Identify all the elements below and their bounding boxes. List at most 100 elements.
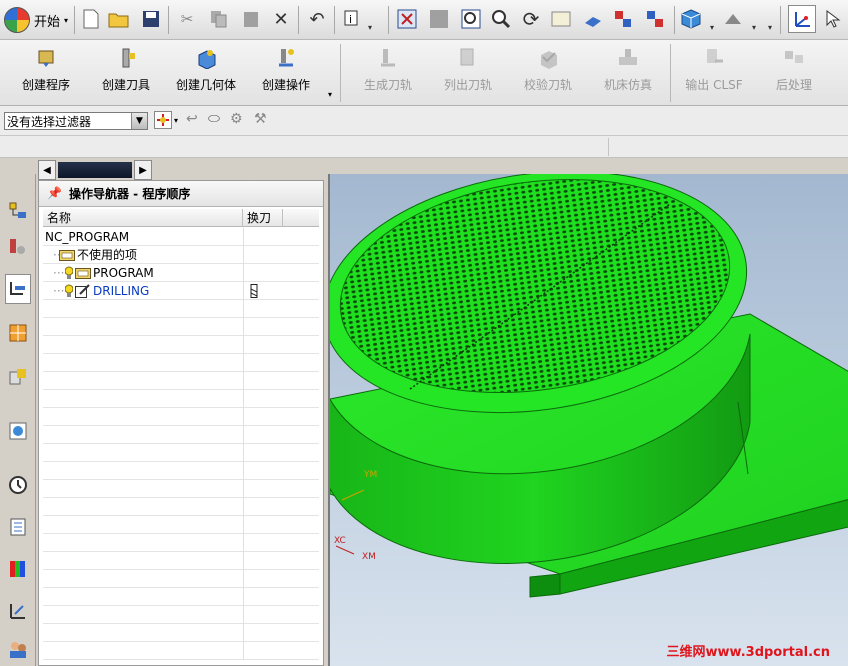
cut-icon[interactable]: ✂ xyxy=(176,8,198,30)
operation-navigator-icon[interactable] xyxy=(5,274,31,304)
empty-row xyxy=(43,462,319,480)
geometry-view-icon[interactable] xyxy=(5,318,31,348)
chevron-down-icon[interactable]: ▾ xyxy=(364,16,376,38)
empty-row xyxy=(43,588,319,606)
toolbar-separator xyxy=(74,6,75,34)
column-divider xyxy=(243,300,244,318)
history-icon[interactable] xyxy=(5,470,31,500)
selection-icon[interactable] xyxy=(822,8,844,30)
chevron-down-icon[interactable]: ▾ xyxy=(706,16,718,38)
zoom-icon[interactable] xyxy=(490,8,512,30)
empty-row xyxy=(43,300,319,318)
watermark-text: 三维网www.3dportal.cn xyxy=(666,645,830,660)
scroll-thumb[interactable] xyxy=(58,162,132,178)
view-cube-icon[interactable] xyxy=(680,8,702,30)
roles-icon[interactable] xyxy=(5,596,31,626)
output-clsf-button[interactable]: 输出 CLSF xyxy=(674,42,754,102)
column-divider xyxy=(243,624,244,642)
tree-row-name: 不使用的项 xyxy=(77,248,138,262)
chevron-down-icon[interactable]: ▾ xyxy=(764,16,776,38)
toolbar-separator xyxy=(298,6,299,34)
rotate-icon[interactable]: ⟳ xyxy=(520,7,542,31)
chevron-down-icon[interactable]: ▼ xyxy=(131,113,147,129)
render-icon[interactable] xyxy=(582,8,604,30)
open-icon[interactable] xyxy=(108,8,130,30)
empty-row xyxy=(43,336,319,354)
eraser-icon[interactable]: ⬭ xyxy=(208,111,220,127)
display-icon[interactable] xyxy=(612,8,634,30)
empty-row xyxy=(43,372,319,390)
column-divider xyxy=(243,390,244,408)
column-divider xyxy=(243,336,244,354)
create-operation-label: 创建操作 xyxy=(261,78,310,92)
chevron-down-icon: ▾ xyxy=(64,15,69,25)
pin-icon[interactable]: 📌 xyxy=(47,186,62,200)
create-tool-button[interactable]: 创建刀具 xyxy=(86,42,166,102)
paste-icon[interactable] xyxy=(240,8,262,30)
undo-selection-icon[interactable]: ↩ xyxy=(186,111,198,127)
create-operation-button[interactable]: 创建操作 xyxy=(246,42,326,102)
axis-label-xm: XM xyxy=(362,552,376,562)
tree-row[interactable]: ··· 不使用的项 xyxy=(43,246,319,264)
part-model-drawing xyxy=(330,174,848,598)
orient-icon[interactable] xyxy=(722,8,744,30)
color-palette-icon[interactable] xyxy=(5,554,31,584)
graphics-viewport[interactable]: YM XC XM 三维网www.3dportal.cn xyxy=(328,174,848,666)
create-program-button[interactable]: 创建程序 xyxy=(6,42,86,102)
column-divider xyxy=(243,480,244,498)
operation-navigator-panel: 📌 操作导航器 - 程序顺序 名称 换刀 NC_PROGRAM ··· 不使用的项 ·… xyxy=(38,180,324,666)
type-filter-select[interactable]: 没有选择过滤器 ▼ xyxy=(4,112,148,130)
scroll-right-icon[interactable]: ▶ xyxy=(134,160,152,180)
column-header-tool-change[interactable]: 换刀 xyxy=(243,209,283,227)
axis-label-ym: YM xyxy=(364,470,378,480)
resource-bar xyxy=(0,174,36,666)
column-divider xyxy=(243,498,244,516)
postprocess-button[interactable]: 后处理 xyxy=(754,42,834,102)
tree-row[interactable]: ··· DRILLING xyxy=(43,282,319,300)
column-divider xyxy=(243,282,244,300)
column-header-name[interactable]: 名称 xyxy=(43,209,243,227)
navigator-column-header: 名称 换刀 xyxy=(43,209,319,227)
tree-row-name: NC_PROGRAM xyxy=(45,230,130,244)
save-icon[interactable] xyxy=(140,8,162,30)
csys-icon[interactable] xyxy=(788,5,816,33)
empty-row xyxy=(43,570,319,588)
toolbar-overflow-icon[interactable]: ▾ xyxy=(328,90,332,99)
copy-icon[interactable] xyxy=(208,8,230,30)
tree-row[interactable]: NC_PROGRAM xyxy=(43,228,319,246)
tree-row-name: PROGRAM xyxy=(93,266,154,280)
scroll-left-icon[interactable]: ◀ xyxy=(38,160,56,180)
new-icon[interactable] xyxy=(80,8,102,30)
machine-tool-view-icon[interactable] xyxy=(5,232,31,262)
verify-toolpath-button[interactable]: 校验刀轨 xyxy=(508,42,588,102)
empty-toolbar-row xyxy=(0,136,848,158)
column-divider xyxy=(243,318,244,336)
system-materials-icon[interactable] xyxy=(5,512,31,542)
layer-icon[interactable] xyxy=(644,8,666,30)
program-view-icon[interactable] xyxy=(5,196,31,226)
chevron-down-icon[interactable]: ▾ xyxy=(174,116,178,125)
machine-sim-label: 机床仿真 xyxy=(603,78,652,92)
assembly-navigator-icon[interactable] xyxy=(5,362,31,392)
generate-toolpath-label: 生成刀轨 xyxy=(363,78,412,92)
chevron-down-icon[interactable]: ▾ xyxy=(748,16,760,38)
create-geometry-button[interactable]: 创建几何体 xyxy=(166,42,246,102)
undo-icon[interactable]: ↶ xyxy=(306,8,328,30)
zoom-area-icon[interactable] xyxy=(428,8,450,30)
machine-sim-button[interactable]: 机床仿真 xyxy=(588,42,668,102)
zoom-window-icon[interactable] xyxy=(460,8,482,30)
web-browser-icon[interactable] xyxy=(5,416,31,446)
connect-icon[interactable]: ⚙ xyxy=(230,111,243,127)
generate-toolpath-button[interactable]: 生成刀轨 xyxy=(348,42,428,102)
snap-point-icon[interactable] xyxy=(154,111,172,129)
empty-row xyxy=(43,606,319,624)
fit-icon[interactable] xyxy=(396,8,418,30)
delete-icon[interactable]: ✕ xyxy=(270,8,292,30)
list-toolpath-button[interactable]: 列出刀轨 xyxy=(428,42,508,102)
user-roles-icon[interactable] xyxy=(5,634,31,664)
tree-row[interactable]: ··· PROGRAM xyxy=(43,264,319,282)
pan-icon[interactable] xyxy=(550,8,572,30)
feature-icon[interactable]: ⚒ xyxy=(254,111,267,127)
start-menu-button[interactable]: 开始 ▾ xyxy=(4,6,68,34)
info-icon[interactable]: i xyxy=(342,8,364,30)
